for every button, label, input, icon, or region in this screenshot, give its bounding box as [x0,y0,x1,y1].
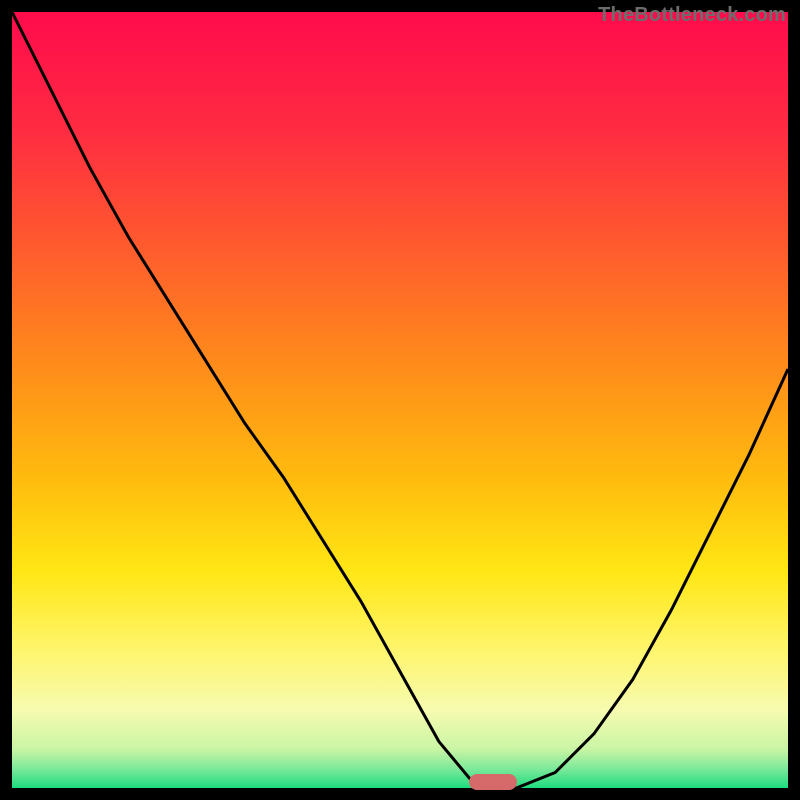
bottleneck-chart [12,12,788,788]
